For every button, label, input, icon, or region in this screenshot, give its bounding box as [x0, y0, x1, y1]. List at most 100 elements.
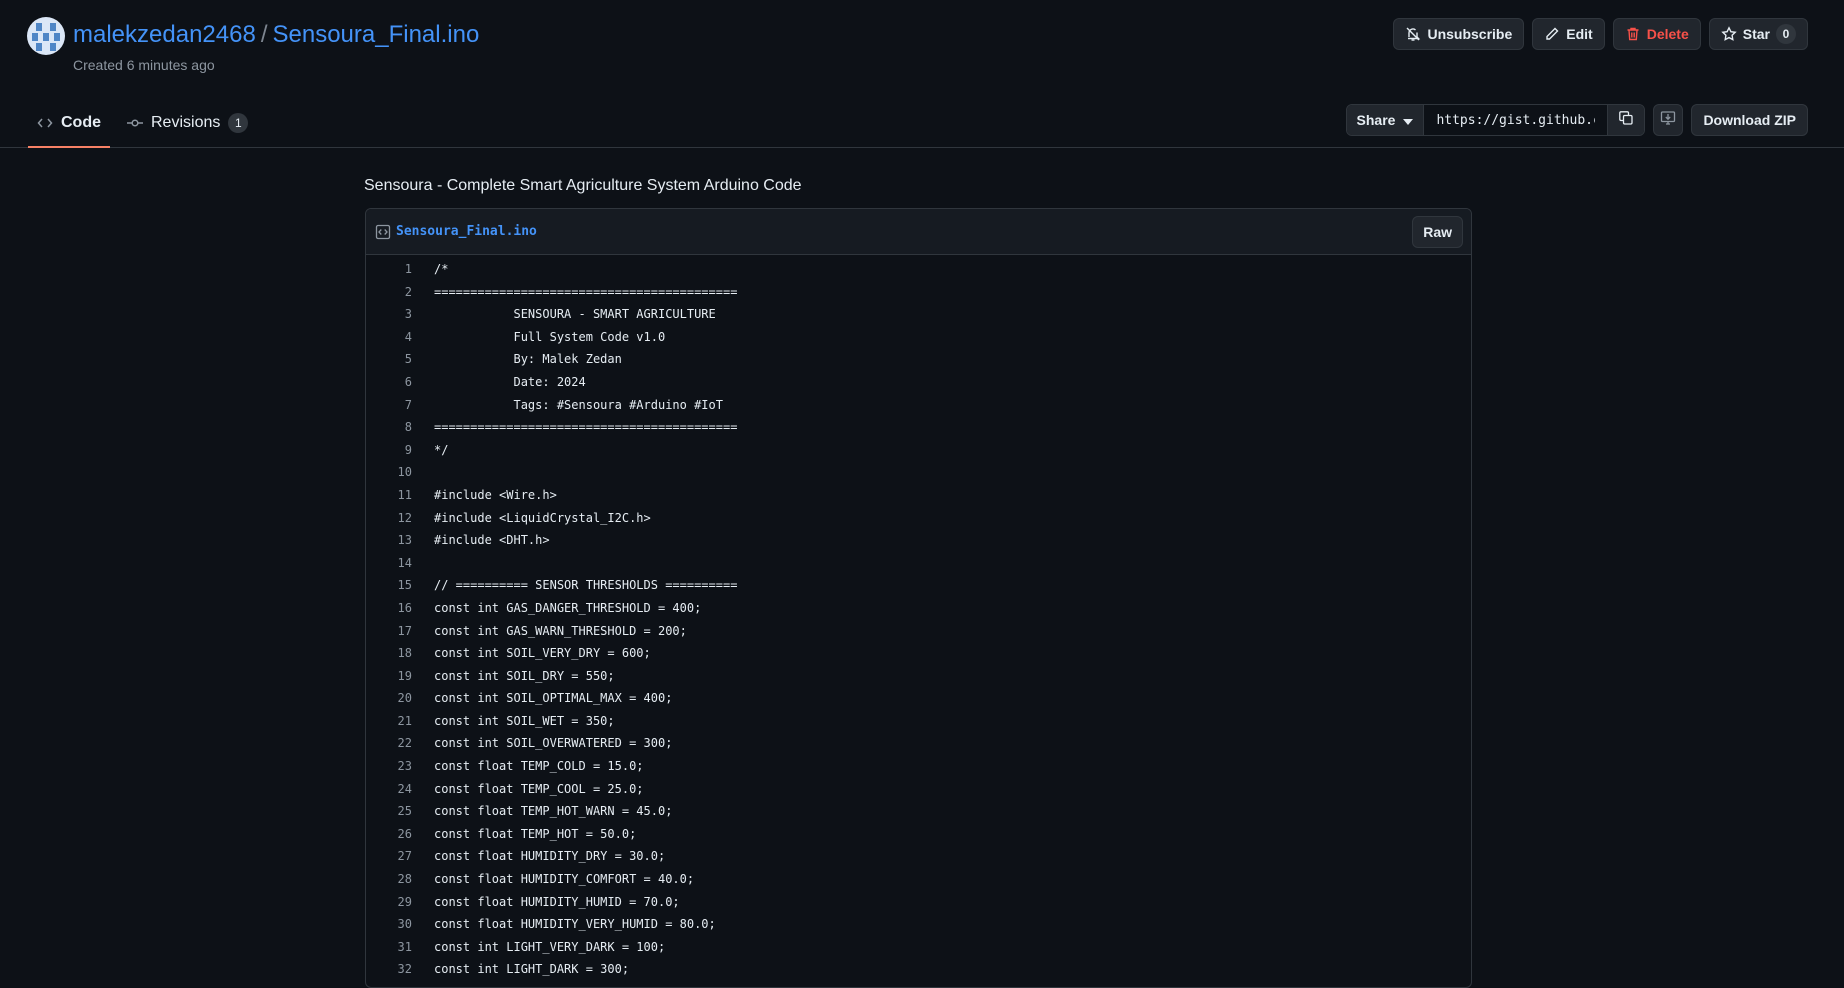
file-name-link[interactable]: Sensoura_Final.ino — [396, 224, 537, 239]
line-content: const int SOIL_OVERWATERED = 300; — [434, 736, 673, 751]
download-zip-button[interactable]: Download ZIP — [1691, 104, 1808, 136]
unsubscribe-button[interactable]: Unsubscribe — [1393, 18, 1525, 50]
file-box: Sensoura_Final.ino Raw 1 /* 2 =============… — [365, 208, 1472, 988]
line-number[interactable]: 24 — [366, 778, 412, 801]
gist-actions: Unsubscribe Edit Delete Star 0 — [1393, 18, 1808, 50]
code-icon — [37, 115, 53, 131]
code-line: 19 const int SOIL_DRY = 550; — [366, 665, 1471, 688]
line-content: const float TEMP_COLD = 15.0; — [434, 759, 644, 774]
line-number[interactable]: 13 — [366, 529, 412, 552]
code-line: 21 const int SOIL_WET = 350; — [366, 710, 1471, 733]
line-number[interactable]: 21 — [366, 710, 412, 733]
gist-tabs: Code Revisions 1 — [28, 100, 265, 148]
line-number[interactable]: 2 — [366, 281, 412, 304]
trash-icon — [1625, 26, 1641, 42]
file-code-icon — [375, 224, 391, 240]
code-line: 3 SENSOURA - SMART AGRICULTURE — [366, 303, 1471, 326]
raw-button[interactable]: Raw — [1412, 216, 1463, 248]
line-number[interactable]: 19 — [366, 665, 412, 688]
tab-code[interactable]: Code — [28, 100, 110, 148]
line-content: const int SOIL_WET = 350; — [434, 713, 615, 728]
line-content: const int LIGHT_DARK = 300; — [434, 962, 630, 977]
line-content: const float TEMP_HOT = 50.0; — [434, 826, 637, 841]
line-number[interactable]: 29 — [366, 891, 412, 914]
code-line: 17 const int GAS_WARN_THRESHOLD = 200; — [366, 620, 1471, 643]
line-number[interactable]: 15 — [366, 574, 412, 597]
line-number[interactable]: 8 — [366, 416, 412, 439]
line-number[interactable]: 26 — [366, 823, 412, 846]
line-number[interactable]: 4 — [366, 326, 412, 349]
line-content: ========================================… — [434, 420, 738, 435]
star-button[interactable]: Star 0 — [1708, 18, 1808, 50]
code-line: 12 #include <LiquidCrystal_I2C.h> — [366, 507, 1471, 530]
copy-icon — [1618, 110, 1634, 131]
code-line: 27 const float HUMIDITY_DRY = 30.0; — [366, 845, 1471, 868]
code-line: 30 const float HUMIDITY_VERY_HUMID = 80.0… — [366, 913, 1471, 936]
line-content — [412, 552, 434, 575]
line-number[interactable]: 3 — [366, 303, 412, 326]
gist-title: malekzedan2468/Sensoura_Final.ino — [73, 20, 479, 50]
line-number[interactable]: 10 — [366, 461, 412, 484]
share-url-input[interactable] — [1424, 105, 1609, 135]
line-number[interactable]: 28 — [366, 868, 412, 891]
line-number[interactable]: 6 — [366, 371, 412, 394]
gist-name-link[interactable]: Sensoura_Final.ino — [272, 21, 479, 48]
code-line: 22 const int SOIL_OVERWATERED = 300; — [366, 732, 1471, 755]
line-number[interactable]: 32 — [366, 958, 412, 981]
code-line: 16 const int GAS_DANGER_THRESHOLD = 400; — [366, 597, 1471, 620]
line-content — [412, 461, 434, 484]
caret-down-icon — [1403, 112, 1414, 128]
line-content: Full System Code v1.0 — [434, 329, 666, 344]
line-content: By: Malek Zedan — [434, 352, 622, 367]
owner-link[interactable]: malekzedan2468 — [73, 21, 256, 48]
line-number[interactable]: 20 — [366, 687, 412, 710]
line-number[interactable]: 25 — [366, 800, 412, 823]
code-line: 20 const int SOIL_OPTIMAL_MAX = 400; — [366, 687, 1471, 710]
line-content: const float HUMIDITY_VERY_HUMID = 80.0; — [434, 917, 716, 932]
line-number[interactable]: 14 — [366, 552, 412, 575]
file-header: Sensoura_Final.ino Raw — [366, 209, 1471, 255]
code-line: 28 const float HUMIDITY_COMFORT = 40.0; — [366, 868, 1471, 891]
code-line: 8 =======================================… — [366, 416, 1471, 439]
line-number[interactable]: 12 — [366, 507, 412, 530]
open-desktop-button[interactable] — [1653, 104, 1684, 136]
line-content: */ — [434, 442, 449, 457]
desktop-download-icon — [1660, 110, 1676, 131]
share-dropdown[interactable]: Share — [1346, 105, 1425, 135]
star-icon — [1721, 26, 1737, 42]
avatar[interactable] — [27, 17, 65, 55]
code-line: 31 const int LIGHT_VERY_DARK = 100; — [366, 936, 1471, 959]
line-content: const float HUMIDITY_DRY = 30.0; — [434, 849, 666, 864]
code-line: 15 // ========== SENSOR THRESHOLDS ======… — [366, 574, 1471, 597]
code-line: 4 Full System Code v1.0 — [366, 326, 1471, 349]
line-number[interactable]: 9 — [366, 439, 412, 462]
code-line: 7 Tags: #Sensoura #Arduino #IoT — [366, 394, 1471, 417]
code-line: 13 #include <DHT.h> — [366, 529, 1471, 552]
line-number[interactable]: 23 — [366, 755, 412, 778]
line-number[interactable]: 31 — [366, 936, 412, 959]
line-number[interactable]: 11 — [366, 484, 412, 507]
line-number[interactable]: 30 — [366, 913, 412, 936]
share-group: Share — [1345, 104, 1646, 136]
copy-button[interactable] — [1608, 105, 1645, 135]
line-number[interactable]: 5 — [366, 348, 412, 371]
delete-button[interactable]: Delete — [1612, 18, 1701, 50]
code-line: 2 =======================================… — [366, 281, 1471, 304]
line-number[interactable]: 17 — [366, 620, 412, 643]
line-content: SENSOURA - SMART AGRICULTURE — [434, 307, 716, 322]
code-line: 9 */ — [366, 439, 1471, 462]
gist-header: malekzedan2468/Sensoura_Final.ino Create… — [0, 0, 1844, 148]
line-content: const float HUMIDITY_COMFORT = 40.0; — [434, 872, 695, 887]
line-number[interactable]: 16 — [366, 597, 412, 620]
line-number[interactable]: 22 — [366, 732, 412, 755]
line-number[interactable]: 18 — [366, 642, 412, 665]
line-content: // ========== SENSOR THRESHOLDS ========… — [434, 578, 738, 593]
line-number[interactable]: 27 — [366, 845, 412, 868]
line-content: #include <LiquidCrystal_I2C.h> — [434, 510, 651, 525]
line-content: #include <DHT.h> — [434, 533, 550, 548]
tab-revisions[interactable]: Revisions 1 — [118, 100, 257, 148]
line-content: const float HUMIDITY_HUMID = 70.0; — [434, 894, 680, 909]
edit-button[interactable]: Edit — [1532, 18, 1605, 50]
line-number[interactable]: 7 — [366, 394, 412, 417]
line-number[interactable]: 1 — [366, 258, 412, 281]
